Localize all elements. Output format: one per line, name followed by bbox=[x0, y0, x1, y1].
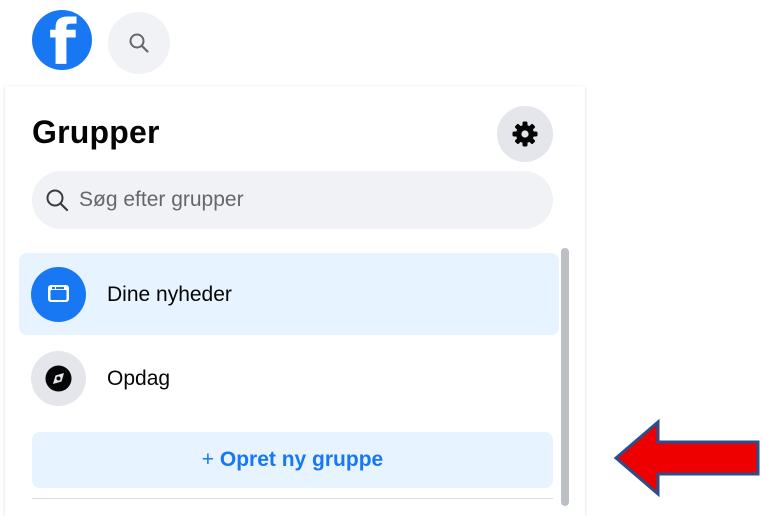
sidebar-item-opdag[interactable]: Opdag bbox=[19, 337, 559, 419]
search-button[interactable] bbox=[108, 12, 170, 74]
facebook-logo-icon[interactable]: f bbox=[32, 10, 92, 70]
search-placeholder: Søg efter grupper bbox=[79, 188, 244, 211]
feed-icon bbox=[31, 267, 86, 322]
settings-button[interactable] bbox=[497, 106, 553, 162]
create-group-label: Opret ny gruppe bbox=[219, 448, 384, 471]
sidebar-item-dine-nyheder[interactable]: Dine nyheder bbox=[19, 253, 559, 335]
sidebar-item-label: Opdag bbox=[107, 367, 171, 390]
compass-icon bbox=[31, 351, 86, 406]
sidebar-item-label: Dine nyheder bbox=[107, 283, 232, 306]
plus-icon: + bbox=[201, 448, 215, 471]
groups-sidebar: Grupper Søg efter grupper Dine nyheder O… bbox=[5, 86, 585, 516]
logo-letter: f bbox=[49, 10, 76, 71]
search-icon bbox=[129, 33, 149, 53]
page-title: Grupper bbox=[32, 114, 160, 150]
search-input[interactable]: Søg efter grupper bbox=[32, 171, 553, 229]
red-arrow-left-icon bbox=[613, 418, 760, 498]
search-icon bbox=[46, 189, 69, 212]
divider bbox=[32, 498, 553, 499]
gear-icon bbox=[512, 121, 538, 147]
scrollbar[interactable] bbox=[561, 248, 569, 506]
create-group-button[interactable]: + Opret ny gruppe bbox=[32, 432, 553, 488]
